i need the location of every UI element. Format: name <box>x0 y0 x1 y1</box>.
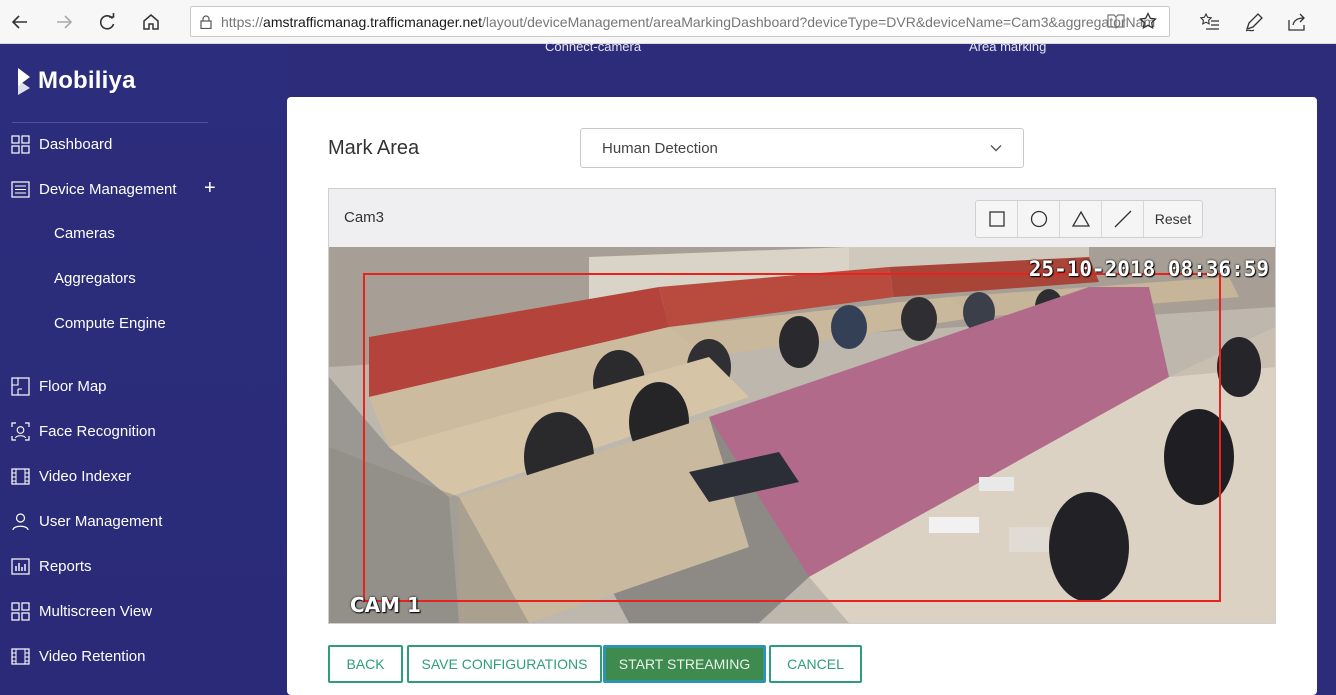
back-arrow-icon[interactable] <box>6 8 34 36</box>
circle-icon <box>1030 210 1047 228</box>
marked-area-rectangle[interactable] <box>363 273 1221 602</box>
mobiliya-logo-icon <box>18 68 30 95</box>
sidebar-subitem-cameras[interactable]: Cameras <box>54 225 115 242</box>
sidebar-item-user-management[interactable]: User Management <box>10 509 162 533</box>
refresh-icon[interactable] <box>93 8 121 36</box>
pen-icon[interactable] <box>1242 10 1266 34</box>
sidebar-subitem-compute-engine[interactable]: Compute Engine <box>54 315 166 332</box>
area-marking-card: Mark Area Human Detection Cam3 Reset 25-… <box>287 97 1317 695</box>
reading-view-icon[interactable] <box>1107 13 1125 32</box>
floor-map-icon <box>10 376 30 396</box>
reset-button[interactable]: Reset <box>1144 201 1202 237</box>
sidebar-item-reports[interactable]: Reports <box>10 554 92 578</box>
sidebar-item-video-indexer[interactable]: Video Indexer <box>10 464 131 488</box>
triangle-tool-button[interactable] <box>1060 201 1102 237</box>
grid-icon <box>10 134 30 154</box>
brand-logo[interactable]: Mobiliya <box>16 66 136 96</box>
line-tool-button[interactable] <box>1102 201 1144 237</box>
favorites-list-icon[interactable] <box>1198 10 1222 34</box>
rectangle-icon <box>988 211 1005 227</box>
share-icon[interactable] <box>1285 10 1309 34</box>
sidebar-item-label: Face Recognition <box>39 422 156 440</box>
save-configurations-button[interactable]: SAVE CONFIGURATIONS <box>407 645 602 683</box>
step-connect-camera[interactable]: Connect-camera <box>545 39 641 54</box>
sidebar-item-video-retention[interactable]: Video Retention <box>10 644 145 668</box>
sidebar-item-label: User Management <box>39 512 163 530</box>
sidebar-item-label: Video Retention <box>39 647 146 665</box>
address-bar[interactable]: https://amstrafficmanag.trafficmanager.n… <box>190 6 1170 37</box>
shape-toolbar: Reset <box>975 200 1203 238</box>
sidebar-subitem-aggregators[interactable]: Aggregators <box>54 270 136 287</box>
forward-arrow-icon[interactable] <box>50 8 78 36</box>
home-icon[interactable] <box>137 8 165 36</box>
browser-toolbar: https://amstrafficmanag.trafficmanager.n… <box>0 0 1336 44</box>
back-button[interactable]: BACK <box>328 645 403 683</box>
start-streaming-button[interactable]: START STREAMING <box>603 645 766 683</box>
step-area-marking[interactable]: Area marking <box>969 39 1046 54</box>
sidebar-item-label: Floor Map <box>39 377 107 395</box>
sidebar-item-dashboard[interactable]: Dashboard <box>10 132 112 156</box>
sidebar-item-face-recognition[interactable]: Face Recognition <box>10 419 156 443</box>
url-host: amstrafficmanag.trafficmanager.net <box>263 13 482 30</box>
sidebar-item-label: Video Indexer <box>39 467 132 485</box>
film-icon <box>10 646 30 666</box>
sidebar-item-floor-map[interactable]: Floor Map <box>10 374 107 398</box>
url-text: https://amstrafficmanag.trafficmanager.n… <box>221 14 1169 30</box>
sidebar-divider <box>12 122 208 123</box>
camera-name: Cam3 <box>344 209 385 226</box>
cancel-button[interactable]: CANCEL <box>769 645 862 683</box>
list-icon <box>10 179 30 199</box>
bar-chart-icon <box>10 556 30 576</box>
sidebar-item-device-management[interactable]: Device Management <box>10 177 177 201</box>
video-camera-label: CAM 1 <box>350 593 421 617</box>
video-timestamp: 25-10-2018 08:36:59 <box>1028 257 1269 281</box>
lock-icon <box>191 14 221 29</box>
sidebar-item-multiscreen-view[interactable]: Multiscreen View <box>10 599 152 623</box>
triangle-icon <box>1071 210 1090 227</box>
circle-tool-button[interactable] <box>1018 201 1060 237</box>
face-scan-icon <box>10 421 30 441</box>
chevron-down-icon <box>989 141 1003 159</box>
line-icon <box>1114 210 1131 228</box>
camera-video-feed[interactable]: 25-10-2018 08:36:59 CAM 1 <box>329 247 1275 623</box>
user-icon <box>10 511 30 531</box>
film-icon <box>10 466 30 486</box>
grid-icon <box>10 601 30 621</box>
mark-area-label: Mark Area <box>328 137 420 159</box>
sidebar: Mobiliya Dashboard Device Management + C… <box>0 44 287 695</box>
detection-type-value: Human Detection <box>602 139 718 157</box>
detection-type-select[interactable]: Human Detection <box>580 128 1024 168</box>
camera-panel-header: Cam3 Reset <box>329 189 1275 247</box>
sidebar-item-label: Dashboard <box>39 135 113 153</box>
sidebar-item-label: Multiscreen View <box>39 602 153 620</box>
sidebar-item-label: Device Management <box>39 180 177 198</box>
rectangle-tool-button[interactable] <box>976 201 1018 237</box>
favorite-star-icon[interactable] <box>1139 11 1157 33</box>
url-scheme: https:// <box>221 13 264 30</box>
sidebar-item-label: Reports <box>39 557 92 575</box>
camera-panel: Cam3 Reset 25-10-2018 08:36:59 CAM 1 <box>328 188 1276 624</box>
brand-name: Mobiliya <box>38 67 136 94</box>
expand-plus-icon[interactable]: + <box>204 178 216 198</box>
url-path: /layout/deviceManagement/areaMarkingDash… <box>481 13 1156 30</box>
